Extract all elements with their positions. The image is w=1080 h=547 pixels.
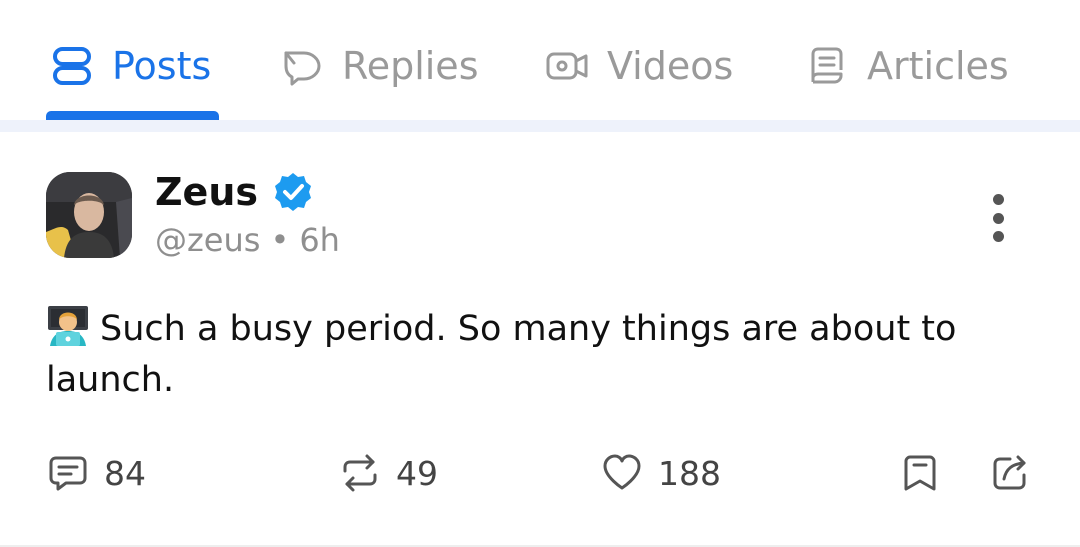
repost-button[interactable]: 49 — [340, 446, 438, 500]
like-button[interactable]: 188 — [602, 446, 721, 500]
author-row: Zeus — [155, 170, 314, 214]
repost-count: 49 — [396, 453, 438, 493]
like-count: 188 — [658, 453, 721, 493]
article-icon — [811, 47, 843, 84]
active-tab-indicator — [46, 111, 219, 120]
bookmark-icon — [904, 455, 936, 491]
tab-articles[interactable]: Articles — [805, 38, 1009, 94]
verified-badge-icon — [275, 173, 311, 211]
more-dot-icon — [992, 212, 1004, 224]
post-body: Such a busy period. So many things are a… — [46, 309, 957, 400]
tab-label: Posts — [112, 44, 212, 88]
share-button[interactable] — [990, 446, 1030, 500]
more-options-button[interactable] — [970, 190, 1026, 246]
tabs-divider — [0, 120, 1080, 132]
post-time: 6h — [299, 221, 340, 259]
repost-icon — [343, 454, 377, 492]
tab-label: Replies — [342, 44, 479, 88]
tab-videos[interactable]: Videos — [545, 38, 733, 94]
post-card[interactable]: Zeus @zeus • 6h 🧑‍💻 Such a busy period. … — [0, 132, 1080, 547]
tab-posts[interactable]: Posts — [50, 38, 211, 94]
tab-label: Videos — [607, 44, 734, 88]
post-actions: 84 49 188 — [0, 446, 1080, 500]
share-icon — [993, 455, 1026, 490]
tab-replies[interactable]: Replies — [280, 38, 479, 94]
video-icon — [546, 52, 588, 80]
author-handle[interactable]: @zeus — [155, 221, 260, 259]
tab-label: Articles — [867, 44, 1009, 88]
comment-count: 84 — [104, 453, 146, 493]
heart-icon — [603, 454, 641, 490]
profile-tabs: Posts Replies Videos Articles — [0, 0, 1080, 120]
bookmark-button[interactable] — [900, 446, 940, 500]
author-name[interactable]: Zeus — [155, 170, 258, 214]
comment-button[interactable]: 84 — [48, 446, 146, 500]
posts-icon — [53, 47, 91, 85]
meta-separator: • — [270, 221, 290, 259]
replies-icon — [284, 51, 321, 86]
post-text: 🧑‍💻 Such a busy period. So many things a… — [46, 302, 1026, 406]
comment-icon — [49, 456, 87, 491]
more-dot-icon — [992, 194, 1004, 205]
post-meta: @zeus • 6h — [155, 221, 340, 259]
avatar[interactable] — [46, 172, 132, 258]
technologist-emoji-icon: 🧑‍💻 — [48, 306, 88, 346]
more-dot-icon — [992, 231, 1004, 242]
